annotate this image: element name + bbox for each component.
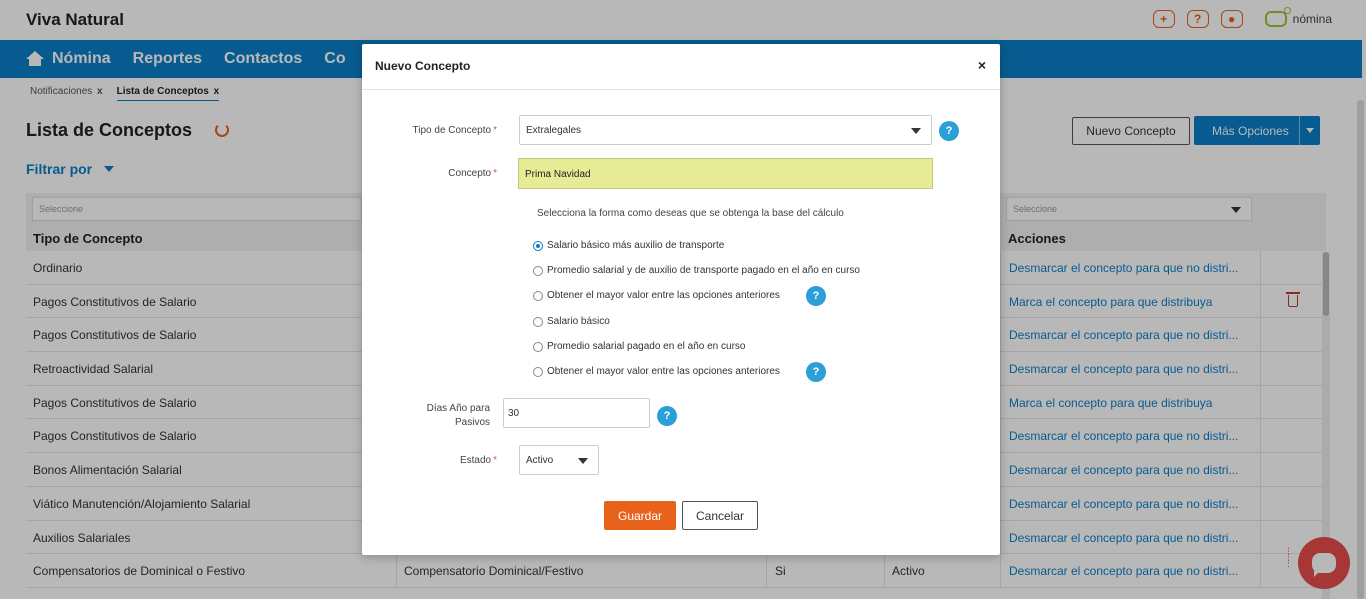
radio-button[interactable] xyxy=(533,341,543,352)
help-icon[interactable]: ? xyxy=(657,406,677,426)
chevron-down-icon xyxy=(911,128,921,134)
radio-button[interactable] xyxy=(533,316,543,327)
select-value: Activo xyxy=(526,455,554,466)
base-calculo-hint: Selecciona la forma como deseas que se o… xyxy=(537,208,844,219)
tipo-concepto-label: Tipo de Concepto * xyxy=(382,125,497,136)
estado-label: Estado * xyxy=(382,455,497,466)
concepto-input[interactable]: Prima Navidad xyxy=(518,158,933,189)
dias-ano-input[interactable]: 30 xyxy=(503,398,650,428)
label-text: Concepto xyxy=(448,168,492,179)
option-label: Salario básico xyxy=(547,316,610,327)
option-promedio-salarial-auxilio[interactable]: Promedio salarial y de auxilio de transp… xyxy=(533,265,860,276)
new-concept-modal: Nuevo Concepto × Tipo de Concepto * Extra… xyxy=(362,44,1000,555)
close-icon[interactable]: × xyxy=(978,57,986,73)
help-icon[interactable]: ? xyxy=(939,121,959,141)
modal-title: Nuevo Concepto xyxy=(375,59,471,73)
option-mayor-valor-1[interactable]: Obtener el mayor valor entre las opcione… xyxy=(533,290,780,301)
chevron-down-icon xyxy=(578,458,588,464)
label-text: Estado xyxy=(459,455,492,466)
estado-select[interactable]: Activo xyxy=(519,445,599,475)
radio-button[interactable] xyxy=(533,290,543,301)
radio-button[interactable] xyxy=(533,240,543,251)
radio-button[interactable] xyxy=(533,265,543,276)
option-label: Salario básico más auxilio de transporte xyxy=(547,240,725,251)
option-label: Obtener el mayor valor entre las opcione… xyxy=(547,366,780,377)
tipo-concepto-select[interactable]: Extralegales xyxy=(519,115,932,145)
option-salario-basico[interactable]: Salario básico xyxy=(533,316,610,327)
label-text: Días Año para xyxy=(426,403,490,414)
label-text: Pasivos xyxy=(454,417,490,428)
cancel-button[interactable]: Cancelar xyxy=(682,501,758,530)
help-icon[interactable]: ? xyxy=(806,362,826,382)
option-promedio-salarial[interactable]: Promedio salarial pagado en el año en cu… xyxy=(533,341,745,352)
label-text: Tipo de Concepto xyxy=(412,125,492,136)
option-label: Obtener el mayor valor entre las opcione… xyxy=(547,290,780,301)
option-salario-basico-auxilio[interactable]: Salario básico más auxilio de transporte xyxy=(533,240,724,251)
help-icon[interactable]: ? xyxy=(806,286,826,306)
radio-button[interactable] xyxy=(533,366,543,377)
option-label: Promedio salarial y de auxilio de transp… xyxy=(547,265,860,276)
required-mark: * xyxy=(493,168,497,179)
required-mark: * xyxy=(493,455,497,466)
modal-header: Nuevo Concepto × xyxy=(362,44,1000,90)
concepto-label: Concepto * xyxy=(382,168,497,179)
option-label: Promedio salarial pagado en el año en cu… xyxy=(547,341,746,352)
option-mayor-valor-2[interactable]: Obtener el mayor valor entre las opcione… xyxy=(533,366,780,377)
save-button[interactable]: Guardar xyxy=(604,501,676,530)
required-mark: * xyxy=(493,125,497,136)
select-value: Extralegales xyxy=(526,125,582,136)
dias-ano-label: Días Año para Pasivos xyxy=(382,402,490,430)
